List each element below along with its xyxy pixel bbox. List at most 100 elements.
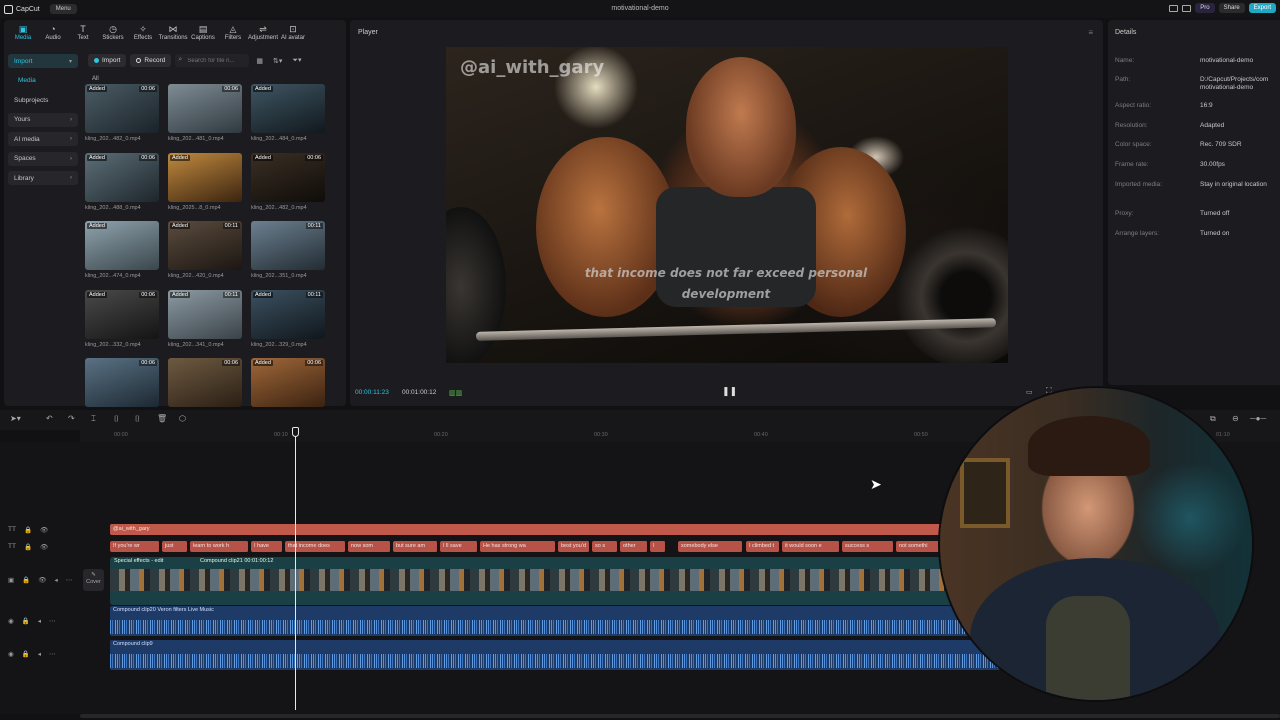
- delete-icon[interactable]: 🗑: [157, 414, 167, 423]
- more-icon[interactable]: ⋯: [66, 576, 73, 584]
- grid-view-icon[interactable]: ▦: [253, 57, 266, 65]
- playhead-handle[interactable]: [292, 427, 299, 437]
- pro-button[interactable]: Pro: [1195, 3, 1215, 13]
- text-clip[interactable]: best you'd: [558, 541, 590, 552]
- pause-button[interactable]: ❚❚: [722, 386, 737, 397]
- marker-icon[interactable]: ⬡: [179, 414, 186, 423]
- text-clip[interactable]: learn to work h: [190, 541, 249, 552]
- sidebar-item-yours[interactable]: Yours ›: [8, 112, 78, 127]
- text-clip[interactable]: it would soon e: [782, 541, 840, 552]
- media-thumbnail[interactable]: Added: [168, 153, 242, 202]
- media-thumbnail[interactable]: Added: [85, 221, 159, 270]
- audio-clip-1[interactable]: Compound clip20 Veron filters Live Music: [110, 606, 970, 636]
- split-right-icon[interactable]: ⌷: [135, 414, 140, 424]
- tab-effects[interactable]: ✧ Effects: [128, 20, 158, 46]
- chevron-right-icon: ›: [70, 116, 72, 123]
- lock-icon[interactable]: 🔒: [24, 526, 32, 534]
- import-button[interactable]: Import: [88, 54, 127, 67]
- sidebar-item-media[interactable]: Media: [8, 74, 78, 88]
- lock-icon[interactable]: 🔒: [22, 617, 30, 625]
- export-button[interactable]: Export: [1248, 3, 1276, 13]
- text-clip[interactable]: I: [650, 541, 666, 552]
- undo-icon[interactable]: ↶: [46, 414, 53, 423]
- share-button[interactable]: Share: [1218, 3, 1245, 13]
- ratio-icon[interactable]: ▭: [1026, 388, 1033, 396]
- text-clip[interactable]: I have: [251, 541, 283, 552]
- sidebar-item-spaces[interactable]: Spaces ›: [8, 151, 78, 166]
- video-clip[interactable]: Special effects - edit Compound clip21 0…: [110, 557, 968, 605]
- split-left-icon[interactable]: ⌷: [114, 414, 119, 424]
- zoom-out-icon[interactable]: ⊖: [1232, 414, 1239, 423]
- text-clip[interactable]: I climbed t: [746, 541, 780, 552]
- tab-adjustment[interactable]: ⇌ Adjustment: [248, 20, 278, 46]
- media-thumbnail[interactable]: Added 00:06: [85, 290, 159, 339]
- text-clip[interactable]: He has strong wa: [480, 541, 556, 552]
- media-thumbnail[interactable]: Added 00:11: [168, 290, 242, 339]
- tab-audio[interactable]: ◔ Audio: [38, 20, 68, 46]
- sidebar-item-subprojects[interactable]: Subprojects: [8, 93, 78, 107]
- tab-captions[interactable]: ▤ Captions: [188, 20, 218, 46]
- sort-icon[interactable]: ⇅▾: [270, 57, 285, 65]
- record-button[interactable]: Record: [130, 54, 172, 67]
- tab-stickers[interactable]: ◷ Stickers: [98, 20, 128, 46]
- search-input[interactable]: [175, 54, 250, 67]
- text-clip[interactable]: but sure am: [393, 541, 438, 552]
- zoom-slider[interactable]: ─●─: [1250, 414, 1266, 423]
- video-preview[interactable]: @ai_with_gary that income does not far e…: [446, 47, 1008, 363]
- media-thumbnail[interactable]: Added: [251, 84, 325, 133]
- layout-icon[interactable]: [1169, 4, 1179, 12]
- title-clip[interactable]: @ai_with_gary: [110, 524, 950, 535]
- lock-icon[interactable]: 🔒: [24, 543, 32, 551]
- text-clip[interactable]: somebody else: [678, 541, 743, 552]
- sidebar-item-ai-media[interactable]: AI media ›: [8, 132, 78, 146]
- text-clip[interactable]: just: [162, 541, 188, 552]
- tab-ai-avatar[interactable]: ⊡ AI avatar: [278, 20, 308, 46]
- text-clip[interactable]: success s: [842, 541, 894, 552]
- media-thumbnail[interactable]: Added 00:06: [251, 153, 325, 202]
- media-thumbnail[interactable]: 00:11: [251, 221, 325, 270]
- more-icon[interactable]: ⋯: [49, 617, 56, 625]
- text-clip[interactable]: If you're wr: [110, 541, 160, 552]
- media-thumbnail[interactable]: Added 00:11: [168, 221, 242, 270]
- redo-icon[interactable]: ↷: [68, 414, 75, 423]
- media-thumbnail[interactable]: 00:06: [168, 84, 242, 133]
- media-thumbnail[interactable]: 00:06: [85, 358, 159, 407]
- text-clip[interactable]: I ll save: [440, 541, 478, 552]
- text-clip[interactable]: other: [620, 541, 648, 552]
- media-thumbnail[interactable]: Added 00:06: [85, 153, 159, 202]
- timeline-bars-icon[interactable]: ▥▥: [449, 389, 462, 397]
- playhead[interactable]: [295, 427, 296, 710]
- text-clip[interactable]: so s: [592, 541, 618, 552]
- media-thumbnail[interactable]: Added 00:06: [251, 358, 325, 407]
- text-clip[interactable]: now som: [348, 541, 391, 552]
- snap-icon[interactable]: ⧉: [1210, 414, 1216, 424]
- tab-media[interactable]: ▣ Media: [8, 20, 38, 46]
- media-thumbnail[interactable]: Added 00:06: [85, 84, 159, 133]
- tab-transitions[interactable]: ⋈ Transitions: [158, 20, 188, 46]
- split-icon[interactable]: ⌶: [91, 414, 96, 424]
- lock-icon[interactable]: 🔒: [22, 576, 30, 584]
- more-icon[interactable]: ⋯: [49, 650, 56, 658]
- audio-link-icon[interactable]: ◂: [55, 576, 58, 584]
- tab-text[interactable]: T Text: [68, 20, 98, 46]
- volume-icon[interactable]: ◂: [38, 650, 41, 658]
- cover-button[interactable]: ✎ Cover: [83, 569, 104, 591]
- media-thumbnail[interactable]: 00:06: [168, 358, 242, 407]
- menu-button[interactable]: Menu: [49, 4, 77, 14]
- filter-icon[interactable]: ⏷▾: [289, 56, 304, 65]
- media-thumbnail[interactable]: Added 00:11: [251, 290, 325, 339]
- lock-icon[interactable]: 🔒: [22, 650, 30, 658]
- volume-icon[interactable]: ◂: [38, 617, 41, 625]
- monitor-icon[interactable]: [1182, 4, 1192, 12]
- player-menu-icon[interactable]: ≡: [1088, 28, 1093, 37]
- text-clip[interactable]: not somethi: [896, 541, 940, 552]
- eye-icon[interactable]: 👁: [40, 543, 48, 551]
- sidebar-item-import[interactable]: Import ▾: [8, 54, 78, 68]
- tab-filters[interactable]: ◬ Filters: [218, 20, 248, 46]
- eye-icon[interactable]: 👁: [40, 526, 48, 534]
- select-tool-icon[interactable]: ➤▾: [10, 414, 21, 423]
- eye-icon[interactable]: 👁: [38, 576, 46, 584]
- audio-clip-2[interactable]: Compound clip9: [110, 640, 1000, 670]
- timeline-scrollbar[interactable]: [80, 714, 1280, 718]
- sidebar-item-library[interactable]: Library ›: [8, 171, 78, 185]
